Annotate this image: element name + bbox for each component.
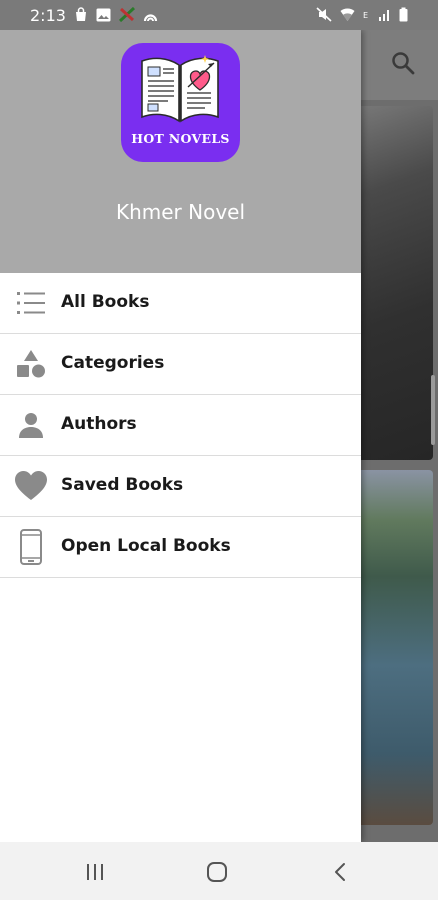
menu-item-label: All Books	[61, 292, 150, 312]
signal-arc-icon	[143, 13, 158, 21]
menu-item-label: Categories	[61, 353, 165, 373]
wifi-icon	[340, 8, 355, 21]
recents-icon[interactable]	[83, 861, 107, 883]
svg-text:E: E	[363, 11, 368, 20]
heart-icon	[15, 470, 47, 502]
list-icon	[15, 287, 47, 319]
status-left-icons	[74, 7, 158, 22]
battery-icon	[399, 7, 408, 22]
drawer-menu: All Books Categories Authors Saved Books…	[0, 273, 361, 578]
app-name: Khmer Novel	[115, 200, 246, 224]
person-icon	[15, 409, 47, 441]
system-nav-bar	[0, 842, 438, 900]
navigation-drawer: HOT NOVELS Khmer Novel All Books Categor…	[0, 30, 361, 842]
status-bar: 2:13 E	[0, 0, 438, 30]
app-icon	[119, 7, 135, 22]
home-icon[interactable]	[205, 861, 229, 883]
menu-item-label: Open Local Books	[61, 536, 231, 556]
signal-icon	[379, 9, 389, 21]
data-e-icon: E	[363, 11, 368, 20]
shapes-icon	[15, 348, 47, 380]
menu-item-all-books[interactable]: All Books	[0, 273, 361, 334]
menu-item-categories[interactable]: Categories	[0, 334, 361, 395]
menu-item-label: Saved Books	[61, 475, 184, 495]
mute-icon	[316, 7, 332, 22]
logo-text: HOT NOVELS	[131, 131, 230, 146]
status-right-icons: E	[316, 7, 408, 22]
app-logo: HOT NOVELS	[121, 43, 240, 162]
menu-item-label: Authors	[61, 414, 137, 434]
menu-item-authors[interactable]: Authors	[0, 395, 361, 456]
drawer-header: HOT NOVELS Khmer Novel	[0, 30, 361, 273]
menu-item-open-local-books[interactable]: Open Local Books	[0, 517, 361, 578]
phone-icon	[15, 529, 47, 565]
bag-icon	[76, 7, 86, 21]
search-icon[interactable]	[390, 50, 416, 80]
scrollbar[interactable]	[431, 375, 435, 445]
image-icon	[96, 8, 111, 21]
status-time: 2:13	[30, 6, 66, 25]
menu-item-saved-books[interactable]: Saved Books	[0, 456, 361, 517]
back-icon[interactable]	[328, 861, 352, 883]
